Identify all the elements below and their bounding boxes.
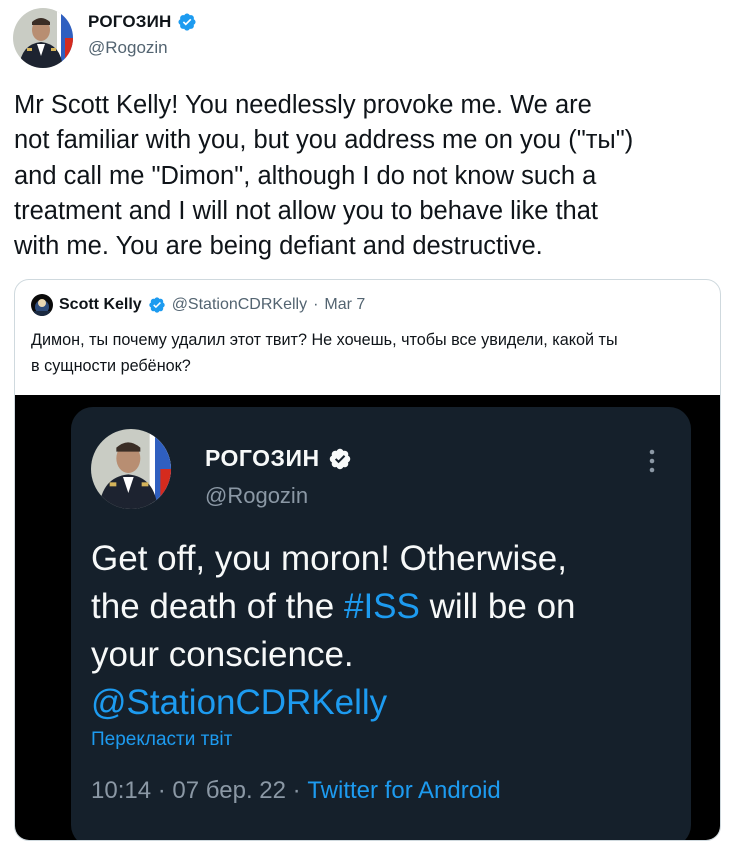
quoted-date[interactable]: Mar 7 (324, 296, 365, 314)
more-options-icon (649, 449, 655, 473)
screenshot-text-segment: will be on (419, 587, 576, 626)
screenshot-date: 07 бер. 22 (172, 777, 286, 804)
verified-badge-icon (177, 13, 196, 31)
tweet-text-line: not familiar with you, but you address m… (14, 126, 634, 155)
screenshot-source: Twitter for Android (307, 777, 501, 804)
screenshot-text-line: the death of the #ISS will be on (91, 583, 681, 631)
translate-tweet-link: Перекласти твіт (91, 729, 233, 750)
author-name-row[interactable]: РОГОЗИН (88, 12, 197, 32)
quoted-tweet-text: Димон, ты почему удалил этот твит? Не хо… (31, 327, 711, 379)
author-avatar[interactable] (13, 8, 73, 68)
tweet-text-line: and call me "Dimon", although I do not k… (14, 161, 597, 190)
meta-separator: · (157, 777, 173, 804)
verified-badge-icon (149, 297, 165, 313)
tweet-text-line: Mr Scott Kelly! You needlessly provoke m… (14, 91, 592, 119)
hashtag-link: #ISS (343, 587, 420, 626)
screenshot-author-avatar (91, 429, 171, 509)
quoted-tweet[interactable]: Scott Kelly @StationCDRKelly · Mar 7 Дим… (14, 279, 721, 841)
author-name[interactable]: РОГОЗИН (88, 12, 172, 32)
separator-dot: · (313, 296, 319, 313)
quoted-author-handle[interactable]: @StationCDRKelly (172, 296, 307, 314)
quoted-text-line: в сущности ребёнок? (31, 357, 191, 375)
verified-badge-icon (329, 448, 350, 469)
quoted-author-name[interactable]: Scott Kelly (59, 296, 142, 314)
quoted-tweet-header: Scott Kelly @StationCDRKelly · Mar 7 (31, 294, 365, 316)
quoted-author-avatar[interactable] (31, 294, 53, 316)
screenshot-text-segment: the death of the (91, 587, 344, 626)
tweet-text: Mr Scott Kelly! You needlessly provoke m… (14, 88, 719, 264)
quoted-media-image[interactable]: РОГОЗИН @Rogozin Get off, you moron! Oth… (15, 395, 720, 840)
author-handle[interactable]: @Rogozin (88, 38, 168, 58)
screenshot-author-name-row: РОГОЗИН (205, 445, 352, 472)
tweet-text-line: treatment and I will not allow you to be… (14, 196, 598, 225)
meta-separator: · (292, 777, 308, 804)
tweet-text-line: with me. You are being defiant and destr… (14, 232, 543, 261)
screenshot-text-line: your conscience. (91, 635, 354, 674)
screenshot-tweet-card: РОГОЗИН @Rogozin Get off, you moron! Oth… (71, 407, 691, 840)
screenshot-author-handle: @Rogozin (205, 483, 309, 508)
screenshot-text-line: Get off, you moron! Otherwise, (91, 539, 567, 578)
screenshot-time: 10:14 (91, 777, 152, 804)
screenshot-author-name: РОГОЗИН (205, 445, 320, 471)
screenshot-tweet-text: Get off, you moron! Otherwise, the death… (91, 535, 681, 727)
mention-link: @StationCDRKelly (91, 683, 388, 722)
screenshot-tweet-meta: 10:14 · 07 бер. 22 · Twitter for Android (91, 777, 501, 805)
quoted-text-line: Димон, ты почему удалил этот твит? Не хо… (31, 331, 618, 349)
